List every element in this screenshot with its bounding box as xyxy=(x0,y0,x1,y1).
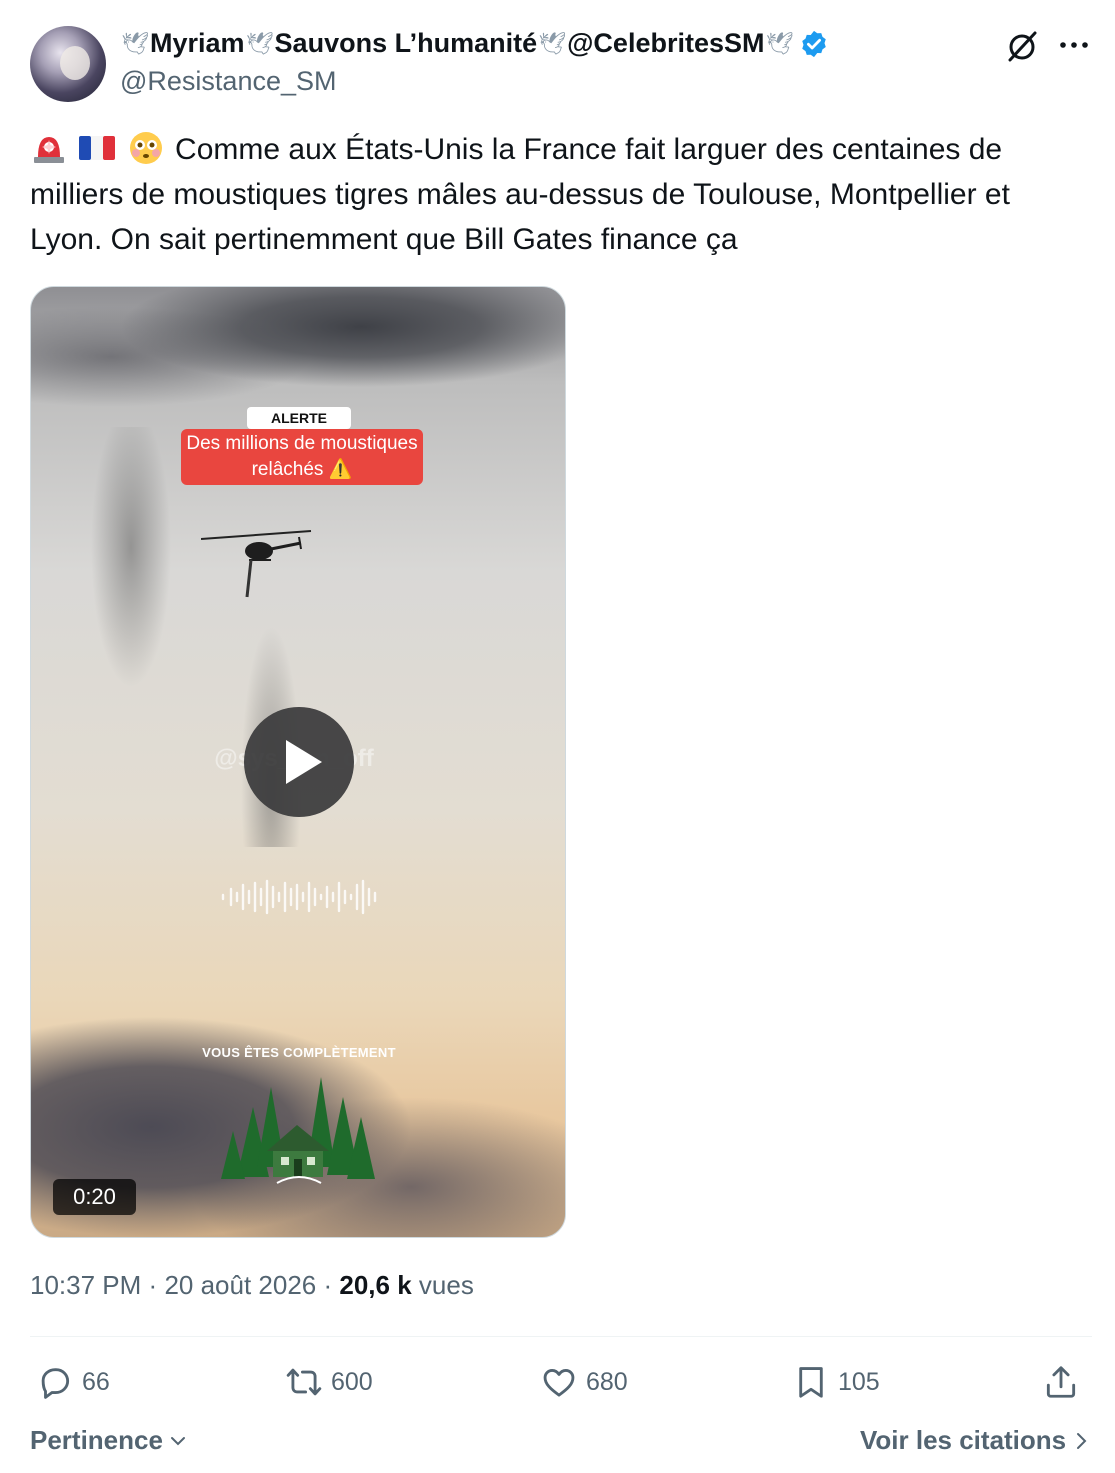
divider xyxy=(30,1336,1092,1337)
grok-icon[interactable] xyxy=(1004,28,1040,64)
dove-icon: 🕊 xyxy=(765,30,794,56)
meta-separator: · xyxy=(323,1270,333,1300)
police-light-emoji-icon xyxy=(34,137,64,163)
bookmark-icon xyxy=(799,1367,823,1398)
sort-label: Pertinence xyxy=(30,1425,163,1455)
author-handle[interactable]: @Resistance_SM xyxy=(120,66,337,97)
display-name[interactable]: 🕊 Myriam 🕊 Sauvons L’humanité 🕊 @Celebri… xyxy=(120,28,829,59)
alert-title: Des millions de moustiques relâchés ⚠️ xyxy=(181,429,423,485)
reply-icon xyxy=(41,1368,70,1399)
alert-label: ALERTE xyxy=(271,410,327,426)
alert-badge: ALERTE xyxy=(247,407,351,429)
sky-clouds xyxy=(31,287,565,407)
meta-separator: · xyxy=(148,1270,158,1300)
chevron-right-icon xyxy=(1077,1432,1087,1449)
tweet-time[interactable]: 10:37 PM xyxy=(30,1270,141,1300)
bookmark-button[interactable]: 105 xyxy=(792,1360,880,1404)
flushed-face-emoji-icon xyxy=(129,132,162,164)
video-player[interactable]: ALERTE Des millions de moustiques relâch… xyxy=(30,286,566,1238)
reply-count: 66 xyxy=(82,1367,110,1396)
display-name-part: Sauvons L’humanité xyxy=(274,28,538,58)
dove-icon: 🕊 xyxy=(538,30,567,56)
tweet-meta: 10:37 PM · 20 août 2026 · 20,6 k vues xyxy=(30,1270,474,1301)
retweet-icon xyxy=(286,1368,322,1396)
dove-icon: 🕊 xyxy=(245,30,274,56)
tweet-body: Comme aux États-Unis la France fait larg… xyxy=(30,133,1010,256)
tweet-date[interactable]: 20 août 2026 xyxy=(164,1270,316,1300)
video-caption: VOUS ÊTES COMPLÈTEMENT xyxy=(202,1045,396,1060)
like-count: 680 xyxy=(586,1367,628,1396)
dove-icon: 🕊 xyxy=(121,30,149,56)
view-quotes-link[interactable]: Voir les citations xyxy=(860,1425,1092,1456)
bookmark-count: 105 xyxy=(838,1367,880,1396)
share-icon xyxy=(1046,1366,1076,1398)
chevron-down-icon xyxy=(170,1436,185,1445)
helicopter-image xyxy=(201,530,312,598)
verified-badge-icon xyxy=(801,30,826,57)
quotes-label: Voir les citations xyxy=(860,1425,1067,1455)
avatar[interactable] xyxy=(30,26,106,102)
audio-waveform-icon xyxy=(221,879,377,915)
views-count: 20,6 k xyxy=(339,1270,412,1300)
reply-button[interactable]: 66 xyxy=(36,1360,110,1404)
retweet-count: 600 xyxy=(331,1367,373,1396)
more-options-icon[interactable] xyxy=(1056,30,1092,60)
heart-icon xyxy=(543,1369,575,1397)
video-duration: 0:20 xyxy=(53,1179,136,1215)
like-button[interactable]: 680 xyxy=(540,1360,628,1404)
display-name-part: Myriam xyxy=(150,28,245,58)
display-name-part: @CelebritesSM xyxy=(567,28,765,58)
sort-dropdown[interactable]: Pertinence xyxy=(30,1425,189,1456)
share-button[interactable] xyxy=(1042,1360,1088,1404)
tweet-text: Comme aux États-Unis la France fait larg… xyxy=(30,127,1090,262)
forest-cabin-logo-icon xyxy=(221,1077,375,1184)
retweet-button[interactable]: 600 xyxy=(285,1360,373,1404)
play-icon[interactable] xyxy=(244,707,354,817)
france-flag-emoji-icon xyxy=(79,136,116,160)
views-label: vues xyxy=(418,1270,474,1300)
